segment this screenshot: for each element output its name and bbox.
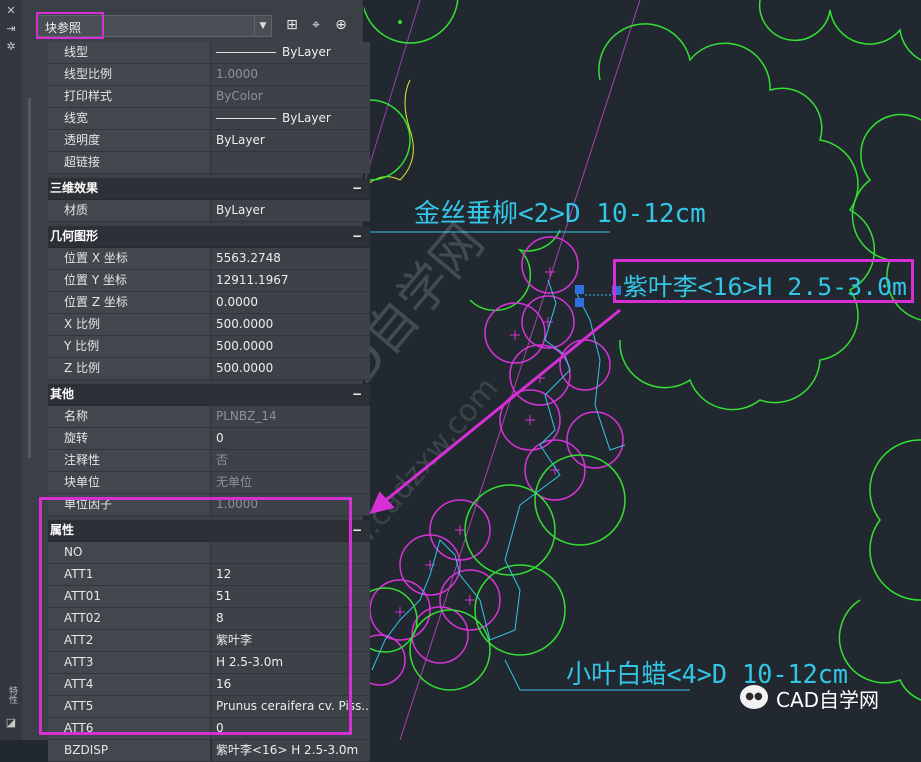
property-value[interactable]: ByLayer — [212, 42, 370, 63]
property-label: 注释性 — [48, 450, 211, 471]
property-label: 材质 — [48, 200, 211, 221]
property-value[interactable]: 无单位 — [212, 472, 370, 493]
property-value[interactable]: ByLayer — [212, 130, 370, 151]
property-row-scale-z[interactable]: Z 比例 500.0000 — [48, 358, 370, 380]
highlight-drawing-label — [613, 259, 914, 303]
property-row-rotation[interactable]: 旋转 0 — [48, 428, 370, 450]
close-icon[interactable]: ✕ — [4, 4, 18, 18]
palette-title: 特性 — [7, 686, 17, 704]
attribute-tag: BZDISP — [48, 740, 211, 761]
property-label: 超链接 — [48, 152, 211, 173]
grip — [575, 285, 584, 294]
highlight-attributes — [39, 497, 352, 735]
collapse-icon[interactable]: − — [352, 178, 362, 199]
toggle-pickadd-icon[interactable]: ⊕ — [331, 15, 351, 35]
property-label: Y 比例 — [48, 336, 211, 357]
line-sample — [216, 118, 276, 119]
property-label: 位置 X 坐标 — [48, 248, 211, 269]
brand-name: CAD自学网 — [776, 688, 880, 712]
property-label: 旋转 — [48, 428, 211, 449]
property-row-transparency[interactable]: 透明度 ByLayer — [48, 130, 370, 152]
property-row-linetype[interactable]: 线型 ByLayer — [48, 42, 370, 64]
property-label: 位置 Y 坐标 — [48, 270, 211, 291]
property-row-linetype-scale[interactable]: 线型比例 1.0000 — [48, 64, 370, 86]
property-label: 打印样式 — [48, 86, 211, 107]
collapse-icon[interactable]: − — [352, 226, 362, 247]
section-title: 其他 — [50, 387, 75, 401]
property-label: 块单位 — [48, 472, 211, 493]
property-value[interactable]: ByLayer — [212, 200, 370, 221]
property-value[interactable]: 0.0000 — [212, 292, 370, 313]
property-value[interactable]: 1.0000 — [212, 64, 370, 85]
section-title: 三维效果 — [50, 181, 99, 195]
quick-select-icon[interactable]: ⊞ — [282, 15, 302, 35]
property-label: 线型 — [48, 42, 211, 63]
property-label: 线型比例 — [48, 64, 211, 85]
property-label: 位置 Z 坐标 — [48, 292, 211, 313]
property-value[interactable]: 12911.1967 — [212, 270, 370, 291]
brand-watermark: ●● CAD自学网 — [740, 683, 910, 713]
autohide-icon[interactable]: ⇥ — [4, 22, 18, 36]
property-value[interactable]: 500.0000 — [212, 358, 370, 379]
highlight-object-type — [36, 12, 104, 39]
property-row-name[interactable]: 名称 PLNBZ_14 — [48, 406, 370, 428]
property-label: 透明度 — [48, 130, 211, 151]
property-value[interactable]: ByLayer — [212, 108, 370, 129]
section-title: 几何图形 — [50, 229, 99, 243]
property-value[interactable]: 否 — [212, 450, 370, 471]
palette-scrollbar[interactable] — [28, 98, 31, 458]
attribute-value[interactable]: 紫叶李<16> H 2.5-3.0m — [212, 740, 370, 761]
section-header-misc[interactable]: 其他 − — [48, 384, 370, 406]
property-row-annotative[interactable]: 注释性否 — [48, 450, 370, 472]
property-value[interactable] — [212, 152, 370, 173]
property-label: 名称 — [48, 406, 211, 427]
collapse-icon[interactable]: − — [352, 520, 362, 541]
wechat-icon: ●● — [740, 685, 768, 709]
property-label: X 比例 — [48, 314, 211, 335]
select-objects-icon[interactable]: ⌖ — [306, 15, 326, 35]
property-value[interactable]: PLNBZ_14 — [212, 406, 370, 427]
section-header-geometry[interactable]: 几何图形 − — [48, 226, 370, 248]
palette-resize-icon[interactable]: ◪ — [4, 716, 18, 730]
property-label: Z 比例 — [48, 358, 211, 379]
collapse-icon[interactable]: − — [352, 384, 362, 405]
property-row-hyperlink[interactable]: 超链接 — [48, 152, 370, 174]
property-value[interactable]: 5563.2748 — [212, 248, 370, 269]
property-value[interactable]: 500.0000 — [212, 336, 370, 357]
section-header-3d-effects[interactable]: 三维效果 − — [48, 178, 370, 200]
property-row-position-x[interactable]: 位置 X 坐标 5563.2748 — [48, 248, 370, 270]
property-value[interactable]: 0 — [212, 428, 370, 449]
property-row-material[interactable]: 材质 ByLayer — [48, 200, 370, 222]
palette-title-strip: ✕ ⇥ ✲ 特性 ◪ — [0, 0, 23, 740]
property-row-lineweight[interactable]: 线宽 ByLayer — [48, 108, 370, 130]
property-value[interactable]: ByColor — [212, 86, 370, 107]
property-row-position-z[interactable]: 位置 Z 坐标 0.0000 — [48, 292, 370, 314]
property-value[interactable]: 500.0000 — [212, 314, 370, 335]
property-row-scale-y[interactable]: Y 比例 500.0000 — [48, 336, 370, 358]
property-row-position-y[interactable]: 位置 Y 坐标 12911.1967 — [48, 270, 370, 292]
property-label: 线宽 — [48, 108, 211, 129]
property-row-scale-x[interactable]: X 比例 500.0000 — [48, 314, 370, 336]
line-sample — [216, 52, 276, 53]
property-row-block-unit[interactable]: 块单位 无单位 — [48, 472, 370, 494]
attribute-row[interactable]: BZDISP 紫叶李<16> H 2.5-3.0m — [48, 740, 370, 762]
settings-icon[interactable]: ✲ — [4, 40, 18, 54]
chevron-down-icon[interactable]: ▼ — [254, 16, 271, 36]
property-row-plot-style[interactable]: 打印样式 ByColor — [48, 86, 370, 108]
